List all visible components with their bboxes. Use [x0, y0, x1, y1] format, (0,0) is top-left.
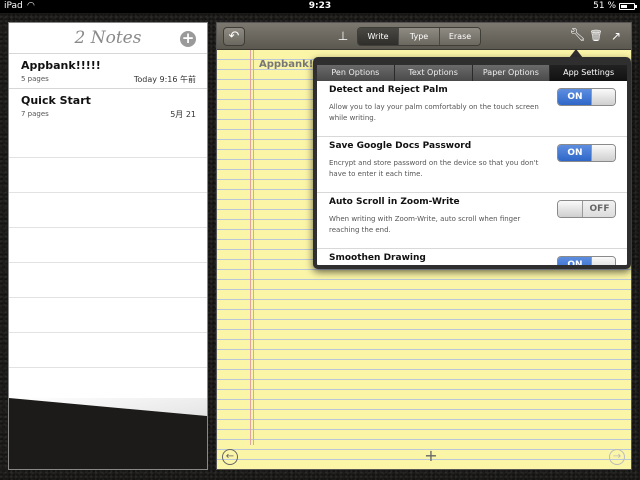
back-circle-icon[interactable]: ←: [222, 449, 238, 465]
save-password-toggle[interactable]: ON: [557, 144, 616, 162]
status-bar: iPad ◠ 9:23 51 %: [0, 0, 640, 13]
palm-reject-toggle[interactable]: ON: [557, 88, 616, 106]
add-page-plus-icon[interactable]: +: [423, 446, 439, 466]
toggle-state-label: ON: [558, 257, 592, 265]
mode-type-button[interactable]: Type: [399, 28, 440, 45]
battery-fill: [621, 5, 627, 8]
setting-title: Auto Scroll in Zoom-Write: [329, 197, 460, 207]
add-note-button[interactable]: +: [180, 31, 196, 47]
setting-title: Detect and Reject Palm: [329, 85, 448, 95]
mode-write-button[interactable]: Write: [358, 28, 399, 45]
toggle-state-label: ON: [558, 145, 592, 161]
notes-count-title: 2 Notes: [74, 28, 142, 48]
setting-title: Smoothen Drawing: [329, 253, 426, 263]
empty-row: [9, 263, 207, 298]
note-date: 5月 21: [170, 110, 196, 119]
auto-scroll-toggle[interactable]: OFF: [557, 200, 616, 218]
setting-row: Save Google Docs Password Encrypt and st…: [317, 137, 627, 193]
tab-app-settings[interactable]: App Settings: [550, 65, 627, 81]
toggle-state-label: OFF: [583, 201, 615, 217]
notes-list: Appbank!!!!! 5 pages Today 9:16 午前 Quick…: [9, 53, 207, 438]
empty-row: [9, 193, 207, 228]
setting-description: Allow you to lay your palm comfortably o…: [329, 103, 539, 122]
setting-description: Encrypt and store password on the device…: [329, 159, 539, 178]
share-icon[interactable]: ↗: [608, 26, 624, 46]
empty-row: [9, 368, 207, 403]
paper-margin-line: [250, 50, 251, 445]
toggle-knob: [591, 145, 615, 161]
stamp-icon[interactable]: ⊥: [334, 27, 352, 46]
empty-row: [9, 298, 207, 333]
toggle-state-label: ON: [558, 89, 592, 105]
setting-title: Save Google Docs Password: [329, 141, 472, 151]
editor-toolbar: ↶ ⊥ Write Type Erase 🔧︎ 🗑︎ ↗: [217, 23, 631, 50]
note-title: Appbank!!!!!: [21, 59, 101, 72]
empty-row: [9, 333, 207, 368]
note-page-count: 5 pages: [21, 75, 49, 83]
note-list-item[interactable]: Appbank!!!!! 5 pages Today 9:16 午前: [9, 53, 207, 88]
battery-icon: [619, 3, 637, 10]
note-page-count: 7 pages: [21, 110, 49, 118]
paper-margin-line: [253, 50, 254, 445]
settings-popover: Pen Options Text Options Paper Options A…: [313, 57, 631, 269]
tab-text-options[interactable]: Text Options: [394, 65, 473, 81]
toggle-knob: [591, 89, 615, 105]
note-date: Today 9:16 午前: [133, 75, 196, 84]
settings-tabs: Pen Options Text Options Paper Options A…: [317, 65, 627, 81]
setting-row: Smoothen Drawing ON: [317, 249, 627, 265]
setting-row: Detect and Reject Palm Allow you to lay …: [317, 81, 627, 137]
setting-description: When writing with Zoom-Write, auto scrol…: [329, 215, 521, 234]
page-navigation-bar: ← + →: [217, 446, 631, 469]
undo-button[interactable]: ↶: [223, 27, 245, 46]
notes-list-panel: 2 Notes + Appbank!!!!! 5 pages Today 9:1…: [8, 22, 208, 470]
settings-list: Detect and Reject Palm Allow you to lay …: [317, 81, 627, 265]
toggle-knob: [591, 257, 615, 265]
empty-row: [9, 123, 207, 158]
empty-row: [9, 228, 207, 263]
note-title: Quick Start: [21, 94, 91, 107]
note-list-item[interactable]: Quick Start 7 pages 5月 21: [9, 88, 207, 123]
tab-pen-options[interactable]: Pen Options: [317, 65, 395, 81]
mode-selector: Write Type Erase: [357, 27, 481, 46]
mode-erase-button[interactable]: Erase: [440, 28, 480, 45]
empty-row: [9, 158, 207, 193]
trash-icon[interactable]: 🗑︎: [589, 26, 603, 46]
toggle-knob: [558, 201, 583, 217]
smoothen-drawing-toggle[interactable]: ON: [557, 256, 616, 265]
status-time: 9:23: [308, 1, 332, 11]
tab-paper-options[interactable]: Paper Options: [472, 65, 551, 81]
setting-row: Auto Scroll in Zoom-Write When writing w…: [317, 193, 627, 249]
wrench-icon[interactable]: 🔧︎: [569, 26, 586, 46]
battery-percent: 51 %: [593, 1, 616, 11]
plus-circle-icon: +: [181, 29, 195, 47]
forward-circle-icon[interactable]: →: [609, 449, 625, 465]
undo-arrow-icon: ↶: [228, 29, 240, 44]
